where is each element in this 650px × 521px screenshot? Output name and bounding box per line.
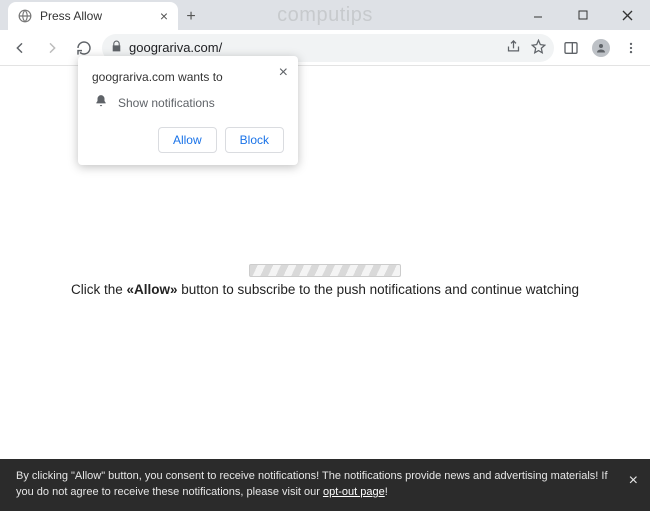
banner-text: By clicking "Allow" button, you consent … — [16, 470, 608, 498]
block-button[interactable]: Block — [225, 127, 284, 153]
globe-icon — [18, 9, 32, 23]
minimize-button[interactable] — [515, 0, 560, 30]
browser-tab[interactable]: Press Allow × — [8, 2, 178, 30]
profile-button[interactable] — [588, 35, 614, 61]
back-button[interactable] — [6, 34, 34, 62]
avatar-icon — [592, 39, 610, 57]
allow-button[interactable]: Allow — [158, 127, 217, 153]
permission-row: Show notifications — [92, 94, 284, 111]
menu-button[interactable] — [618, 35, 644, 61]
window-controls — [515, 0, 650, 30]
maximize-button[interactable] — [560, 0, 605, 30]
close-window-button[interactable] — [605, 0, 650, 30]
forward-button[interactable] — [38, 34, 66, 62]
new-tab-button[interactable]: + — [178, 4, 204, 30]
side-panel-icon[interactable] — [558, 35, 584, 61]
titlebar: computips Press Allow × + — [0, 0, 650, 30]
dialog-close-icon[interactable]: × — [279, 64, 288, 82]
instruction-text: Click the Allow button to subscribe to t… — [0, 282, 650, 298]
tab-close-icon[interactable]: × — [160, 9, 168, 23]
consent-banner: × By clicking "Allow" button, you consen… — [0, 459, 650, 511]
bell-icon — [94, 94, 108, 111]
banner-close-icon[interactable]: × — [629, 469, 638, 492]
share-icon[interactable] — [506, 39, 521, 57]
opt-out-link[interactable]: opt-out page — [323, 486, 385, 498]
watermark-text: computips — [277, 4, 373, 27]
page-content: × goograriva.com wants to Show notificat… — [0, 66, 650, 521]
loading-bar — [249, 264, 401, 277]
url-text[interactable]: goograriva.com/ — [129, 40, 500, 55]
dialog-title: goograriva.com wants to — [92, 70, 284, 84]
permission-label: Show notifications — [118, 96, 215, 110]
allow-word: Allow — [126, 282, 177, 297]
star-icon[interactable] — [531, 39, 546, 57]
permission-dialog: × goograriva.com wants to Show notificat… — [78, 56, 298, 165]
tab-title: Press Allow — [40, 9, 102, 23]
lock-icon — [110, 40, 123, 56]
